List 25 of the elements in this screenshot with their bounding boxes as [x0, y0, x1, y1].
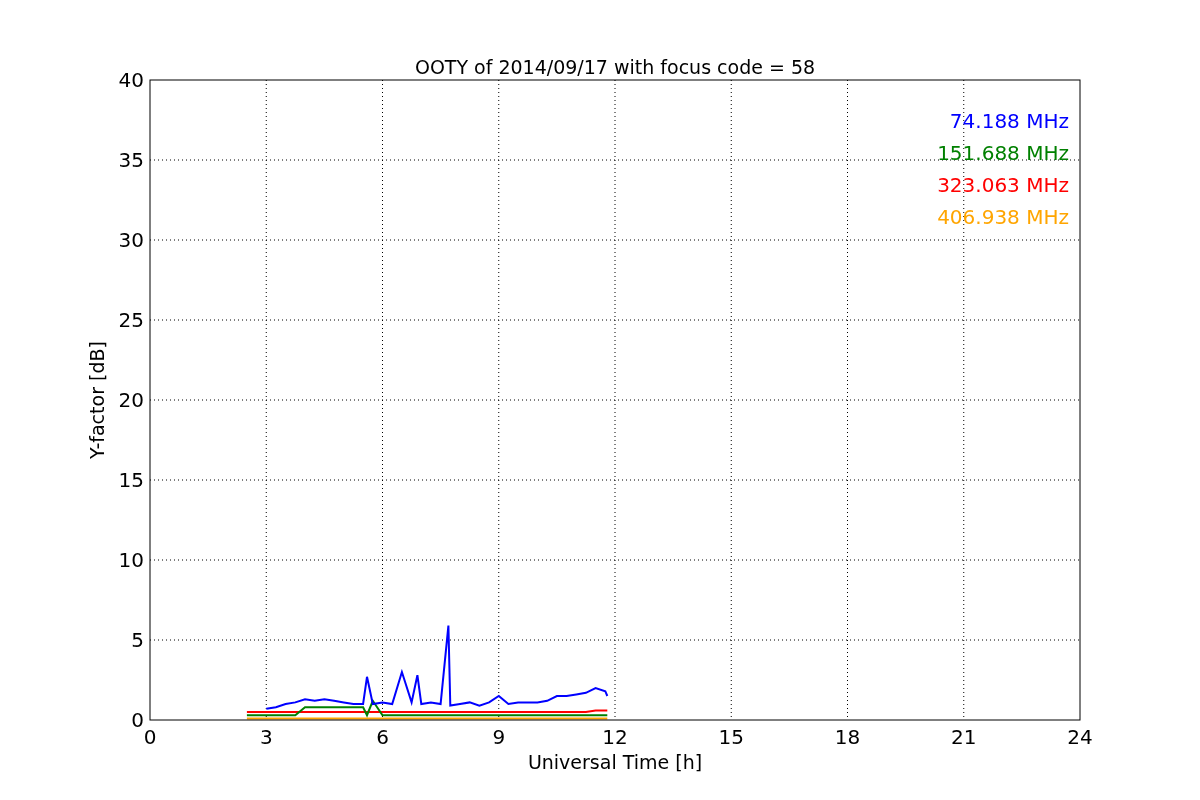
tick-label: 18: [834, 725, 861, 749]
tick-label: 21: [951, 725, 977, 749]
legend-label: 151.688 MHz: [937, 141, 1069, 165]
tick-label: 40: [118, 68, 144, 92]
chart-title: OOTY of 2014/09/17 with focus code = 58: [414, 56, 816, 78]
tick-label: 30: [118, 228, 144, 252]
tick-label: 6: [376, 725, 389, 749]
axis-label: Universal Time [h]: [527, 751, 703, 773]
tick-label: 0: [131, 708, 144, 732]
tick-label: 5: [131, 628, 144, 652]
tick-label: 15: [718, 725, 744, 749]
tick-label: 20: [118, 388, 144, 412]
axis-label: Y-factor [dB]: [86, 341, 108, 459]
tick-label: 3: [259, 725, 273, 749]
tick-label: 25: [118, 308, 144, 332]
tick-label: 24: [1067, 725, 1093, 749]
tick-label: 0: [143, 725, 157, 749]
tick-label: 15: [118, 468, 144, 492]
tick-label: 35: [118, 148, 144, 172]
legend-label: 74.188 MHz: [949, 109, 1069, 133]
legend-label: 323.063 MHz: [937, 173, 1069, 197]
tick-label: 12: [602, 725, 628, 749]
tick-label: 9: [492, 725, 506, 749]
legend-label: 406.938 MHz: [937, 205, 1069, 229]
tick-label: 10: [118, 548, 144, 572]
